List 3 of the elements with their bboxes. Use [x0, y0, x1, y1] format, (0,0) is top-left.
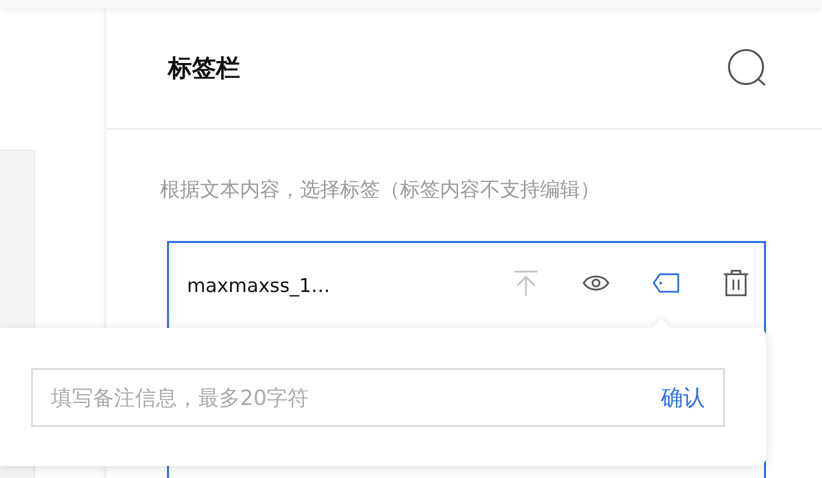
hint-text: 根据文本内容，选择标签（标签内容不支持编辑）: [160, 176, 601, 203]
item-name: maxmaxss_1…: [187, 275, 332, 297]
panel-title: 标签栏: [168, 53, 240, 84]
